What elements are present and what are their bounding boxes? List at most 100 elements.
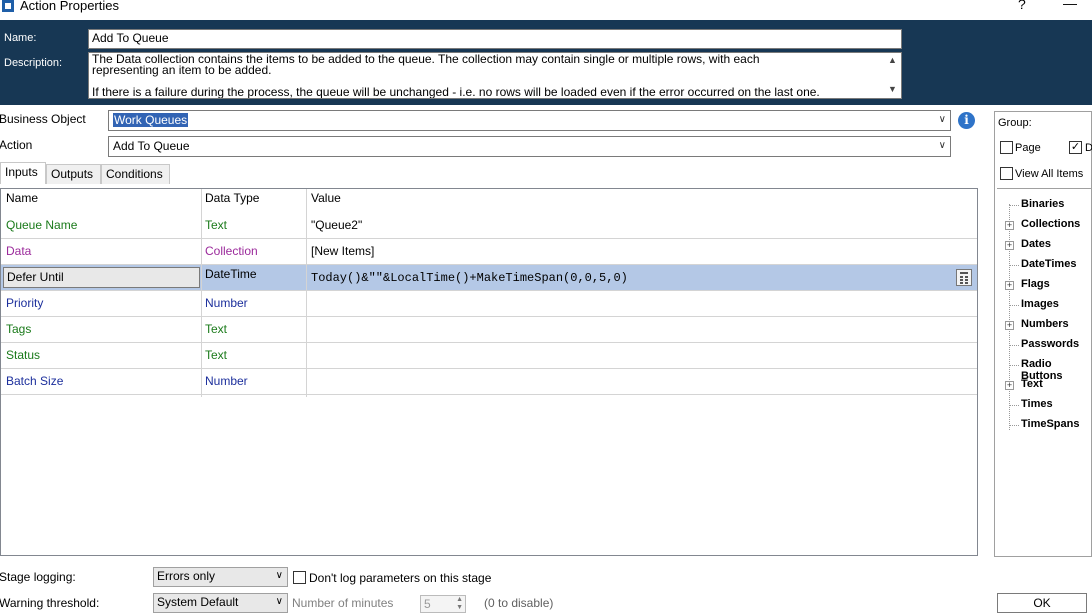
view-all-checkbox[interactable] [1000, 167, 1013, 180]
warning-threshold-select[interactable]: System Default ∨ [153, 593, 288, 613]
expression-editor-icon[interactable] [956, 269, 972, 286]
row-name: Status [6, 348, 41, 362]
row-value[interactable]: "Queue2" [311, 218, 362, 232]
row-name: Priority [6, 296, 44, 310]
tree-item[interactable]: Collections [1021, 218, 1080, 230]
warning-threshold-value: System Default [157, 595, 239, 609]
row-data-type: Collection [205, 244, 258, 258]
column-divider [306, 189, 307, 397]
description-label: Description: [4, 57, 63, 69]
tree-item[interactable]: Flags [1021, 278, 1050, 290]
tree-connector [1009, 305, 1019, 306]
row-name: Defer Until [7, 270, 64, 284]
tree-item[interactable]: Numbers [1021, 318, 1069, 330]
stepper-down-icon[interactable]: ▼ [456, 604, 463, 611]
dont-log-checkbox[interactable] [293, 571, 306, 584]
tree-connector [1009, 365, 1019, 366]
tab-conditions[interactable]: Conditions [101, 164, 170, 184]
expand-icon[interactable]: + [1005, 281, 1014, 290]
row-data-type: DateTime [205, 267, 257, 281]
minimize-button[interactable]: — [1063, 0, 1077, 11]
row-data-type: Number [205, 374, 248, 388]
data-items-panel: Group: Page ✓ D View All Items Binaries +… [994, 111, 1092, 557]
column-header-name: Name [6, 191, 39, 205]
expand-icon[interactable]: + [1005, 241, 1014, 250]
tree-item[interactable]: Text [1021, 378, 1043, 390]
tree-item[interactable]: DateTimes [1021, 258, 1076, 270]
tree-item[interactable]: Times [1021, 398, 1053, 410]
stepper-up-icon[interactable]: ▲ [456, 596, 463, 603]
table-row[interactable]: Priority Number [1, 291, 977, 317]
expand-icon[interactable]: + [1005, 381, 1014, 390]
tree-item[interactable]: Binaries [1021, 198, 1064, 210]
tree-connector [1009, 345, 1019, 346]
expand-icon[interactable]: + [1005, 221, 1014, 230]
table-row[interactable]: Defer Until DateTime Today()&""&LocalTime(… [1, 265, 977, 291]
action-select[interactable]: Add To Queue ∨ [108, 136, 951, 157]
chevron-down-icon: ∨ [275, 570, 283, 581]
view-all-label: View All Items [1015, 168, 1084, 180]
row-data-type: Number [205, 296, 248, 310]
row-data-type: Text [205, 322, 228, 336]
table-row[interactable]: Tags Text [1, 317, 977, 343]
tree-guide [1009, 204, 1010, 430]
column-header-data-type: Data Type [205, 191, 260, 205]
row-value[interactable]: [New Items] [311, 244, 374, 258]
row-name: Tags [6, 322, 32, 336]
chevron-down-icon: ∨ [938, 140, 946, 151]
column-header-value: Value [311, 191, 341, 205]
tree-connector [1009, 405, 1019, 406]
business-object-value: Work Queues [113, 113, 189, 127]
tree-item[interactable]: TimeSpans [1021, 418, 1080, 430]
minutes-value: 5 [424, 597, 431, 611]
tree-connector [1009, 425, 1019, 426]
warning-threshold-label: Warning threshold: [0, 596, 100, 610]
description-field[interactable]: The Data collection contains the items t… [88, 52, 902, 99]
inputs-grid: Name Data Type Value Queue Name Text "Queu… [0, 188, 978, 556]
name-field[interactable]: Add To Queue [88, 29, 902, 49]
tree-item[interactable]: Dates [1021, 238, 1051, 250]
row-name: Batch Size [6, 374, 64, 388]
chevron-down-icon: ∨ [275, 596, 283, 607]
table-row[interactable]: Data Collection [New Items] [1, 239, 977, 265]
tree-item[interactable]: Images [1021, 298, 1059, 310]
column-divider [201, 189, 202, 397]
tab-outputs[interactable]: Outputs [46, 164, 101, 184]
table-row[interactable]: Batch Size Number [1, 369, 977, 395]
business-object-select[interactable]: Work Queues ∨ [108, 110, 951, 131]
scroll-down-icon[interactable]: ▼ [888, 84, 897, 95]
row-name-editor[interactable]: Defer Until [3, 267, 200, 288]
info-icon[interactable]: i [958, 112, 975, 129]
expand-icon[interactable]: + [1005, 321, 1014, 330]
row-name: Queue Name [6, 218, 78, 232]
help-button[interactable]: ? [1018, 0, 1026, 12]
page-checkbox[interactable] [1000, 141, 1013, 154]
grid-header: Name Data Type Value [1, 189, 977, 209]
description-scrollbar[interactable]: ▲ ▼ [885, 53, 901, 98]
row-value[interactable]: Today()&""&LocalTime()+MakeTimeSpan(0,0,… [311, 271, 628, 285]
tab-inputs[interactable]: Inputs [0, 162, 46, 184]
properties-header: Name: Add To Queue Description: The Data… [0, 20, 1092, 105]
stage-logging-select[interactable]: Errors only ∨ [153, 567, 288, 587]
minutes-label: Number of minutes [292, 596, 394, 610]
table-row[interactable]: Status Text [1, 343, 977, 369]
table-row[interactable]: Queue Name Text "Queue2" [1, 213, 977, 239]
dont-log-label: Don't log parameters on this stage [309, 571, 492, 585]
minutes-stepper[interactable]: 5 ▲ ▼ [420, 595, 466, 613]
chevron-down-icon: ∨ [938, 114, 946, 125]
stage-logging-label: Stage logging: [0, 570, 76, 584]
disable-hint: (0 to disable) [484, 596, 554, 610]
ok-button[interactable]: OK [997, 593, 1087, 613]
tree-item[interactable]: Passwords [1021, 338, 1079, 350]
d-checkbox-label: D [1085, 142, 1092, 154]
action-label: Action [0, 138, 33, 152]
app-icon [2, 0, 14, 12]
action-value: Add To Queue [113, 139, 190, 153]
row-data-type: Text [205, 348, 228, 362]
scroll-up-icon[interactable]: ▲ [888, 55, 897, 66]
title-bar: Action Properties ? — [0, 0, 1092, 20]
d-checkbox[interactable]: ✓ [1069, 141, 1082, 154]
panel-divider [997, 188, 1091, 189]
stage-logging-value: Errors only [157, 569, 216, 583]
page-checkbox-label: Page [1015, 142, 1041, 154]
